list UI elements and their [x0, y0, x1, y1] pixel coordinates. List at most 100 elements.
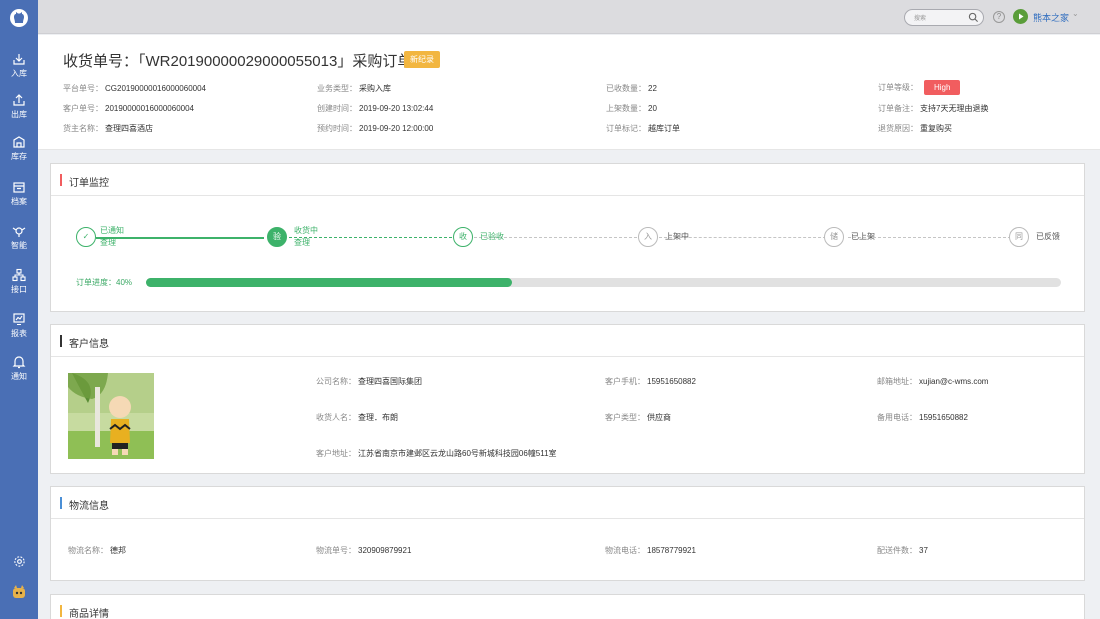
sidebar-item-label: 报表 — [11, 329, 27, 338]
section-accent — [60, 497, 62, 509]
mascot-avatar[interactable] — [0, 584, 38, 600]
field-label: 上架数量： — [606, 104, 646, 113]
step-label-main: 已通知 — [100, 226, 124, 235]
page-title: 收货单号：「WR20190000029000055013」采购订单 — [63, 53, 413, 70]
progress-fill — [146, 278, 512, 287]
field-address: 客户地址： 江苏省南京市建邺区云龙山路60号新城科技园06幢511室 — [316, 448, 557, 459]
archive-icon — [13, 182, 25, 193]
github-logo-icon[interactable] — [9, 8, 29, 28]
field-value: 18578779921 — [647, 546, 696, 555]
field-mobile: 客户手机： 15951650882 — [605, 376, 696, 387]
field-value: 15951650882 — [919, 413, 968, 422]
step-feedback-icon: 同 — [1009, 227, 1029, 247]
field-created: 创建时间： 2019-09-20 13:02:44 — [317, 103, 433, 114]
field-label: 公司名称： — [316, 377, 356, 386]
avatar[interactable] — [1013, 9, 1028, 24]
field-logistics-name: 物流名称： 德邦 — [68, 545, 126, 556]
step-receiving: 收货中 查理 — [294, 225, 318, 249]
field-return-reason: 退货原因： 重复购买 — [878, 123, 952, 134]
step-label-sub: 查理 — [100, 238, 116, 247]
level-badge: High — [924, 80, 961, 95]
field-value: 查理四喜酒店 — [105, 124, 153, 133]
field-received: 已收数量： 22 — [606, 83, 657, 94]
field-customer-no: 客户单号： 20190000016000060004 — [63, 103, 194, 114]
field-value: 查理四喜国际集团 — [358, 377, 422, 386]
goods-detail-card: 商品详情 — [50, 594, 1085, 619]
field-value: 供应商 — [647, 413, 671, 422]
sidebar-item-archive[interactable]: 档案 — [0, 180, 38, 220]
field-label: 客户地址： — [316, 449, 356, 458]
user-name[interactable]: 熊本之家 — [1033, 11, 1069, 24]
sidebar-item-label: 智能 — [11, 241, 27, 250]
field-label: 平台单号： — [63, 84, 103, 93]
field-value: 37 — [919, 546, 928, 555]
field-label: 备用电话： — [877, 413, 917, 422]
search-placeholder: 搜索 — [914, 16, 927, 22]
play-icon — [1019, 13, 1024, 20]
settings-button[interactable] — [0, 555, 38, 568]
field-value: 查理．布朗 — [358, 413, 398, 422]
field-label: 物流电话： — [605, 546, 645, 555]
charlie-brown-illustration — [68, 373, 154, 459]
field-value: 重复购买 — [920, 124, 952, 133]
field-value: 支持7天无理由退换 — [920, 104, 989, 113]
step-shelved: 已上架 — [851, 232, 875, 241]
section-accent — [60, 605, 62, 617]
field-label: 邮箱地址： — [877, 377, 917, 386]
top-bar: 搜索 ? 熊本之家 ⌄ — [38, 0, 1100, 34]
sidebar-item-outbound[interactable]: 出库 — [0, 93, 38, 133]
customer-info-card: 客户信息 公司名称： 查理四喜国际集团 收货人名： 查理．布朗 客户地址： 江苏省南京… — [50, 324, 1085, 474]
section-title: 客户信息 — [69, 339, 109, 350]
field-label: 订单等级： — [878, 83, 918, 92]
field-label: 物流名称： — [68, 546, 108, 555]
sidebar-item-smart[interactable]: 智能 — [0, 224, 38, 264]
order-monitor-card: 订单监控 ✓ 已通知 查理 验 收货中 查理 收 已验收 入 上架中 储 已上架 同… — [50, 163, 1085, 312]
field-label: 货主名称： — [63, 124, 103, 133]
field-email: 邮箱地址： xujian@c-wms.com — [877, 376, 988, 387]
field-label: 订单备注： — [878, 104, 918, 113]
field-backup-phone: 备用电话： 15951650882 — [877, 412, 968, 423]
card-header: 商品详情 — [51, 595, 1084, 619]
search-icon[interactable] — [968, 12, 979, 23]
step-feedback: 已反馈 — [1036, 232, 1060, 241]
sidebar-item-notify[interactable]: 通知 — [0, 355, 38, 395]
field-value: 越库订单 — [648, 124, 680, 133]
field-value: 15951650882 — [647, 377, 696, 386]
step-shelving: 上架中 — [665, 232, 689, 241]
field-platform-no: 平台单号： CG20190000016000060004 — [63, 83, 206, 94]
field-label: 配送件数： — [877, 546, 917, 555]
field-label: 退货原因： — [878, 124, 918, 133]
chevron-down-icon[interactable]: ⌄ — [1072, 9, 1079, 18]
field-value: 320909879921 — [358, 546, 412, 555]
sidebar-item-warehouse[interactable]: 库存 — [0, 135, 38, 175]
field-value: 2019-09-20 12:00:00 — [359, 124, 434, 133]
field-scheduled: 预约时间： 2019-09-20 12:00:00 — [317, 123, 433, 134]
field-value: 2019-09-20 13:02:44 — [359, 104, 434, 113]
field-logistics-no: 物流单号： 320909879921 — [316, 545, 411, 556]
field-label: 客户单号： — [63, 104, 103, 113]
sidebar-item-inbound[interactable]: 入库 — [0, 52, 38, 92]
report-icon — [13, 313, 25, 326]
section-title: 商品详情 — [69, 609, 109, 619]
field-remark: 订单备注： 支持7天无理由退换 — [878, 103, 988, 114]
field-value: 20 — [648, 104, 657, 113]
section-title: 订单监控 — [69, 178, 109, 189]
outbound-icon — [13, 94, 25, 106]
progress-label: 订单进度：40% — [76, 278, 133, 287]
field-label: 订单标记： — [606, 124, 646, 133]
search-input[interactable]: 搜索 — [904, 9, 984, 26]
field-value: 采购入库 — [359, 84, 391, 93]
warehouse-icon — [13, 136, 25, 148]
step-shelving-icon: 入 — [638, 227, 658, 247]
smart-icon — [12, 227, 26, 237]
help-icon[interactable]: ? — [993, 11, 1005, 23]
sidebar-item-api[interactable]: 接口 — [0, 268, 38, 308]
sidebar: 入库 出库 库存 档案 智能 接口 报表 通知 — [0, 0, 38, 619]
field-label: 已收数量： — [606, 84, 646, 93]
sidebar-item-report[interactable]: 报表 — [0, 312, 38, 352]
sidebar-item-label: 库存 — [11, 152, 27, 161]
step-accepted-icon: 收 — [453, 227, 473, 247]
order-header: 收货单号：「WR20190000029000055013」采购订单 新纪录 平台… — [38, 35, 1100, 150]
field-company: 公司名称： 查理四喜国际集团 — [316, 376, 422, 387]
card-header: 物流信息 — [51, 487, 1084, 519]
